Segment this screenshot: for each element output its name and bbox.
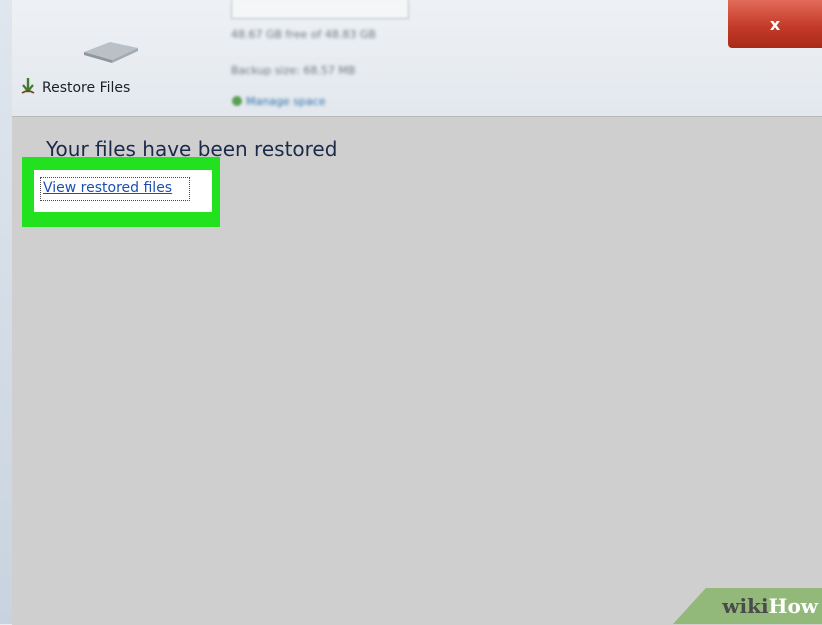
- shield-icon: [232, 96, 242, 106]
- close-button[interactable]: x: [728, 0, 822, 48]
- manage-space-link[interactable]: Manage space: [246, 95, 325, 108]
- free-space-text: 48.67 GB free of 48.83 GB: [231, 28, 376, 41]
- restore-result-panel: Your files have been restored View resto…: [12, 116, 822, 625]
- wikihow-watermark: wikiHow: [722, 594, 818, 618]
- backup-size-text: Backup size: 68.57 MB: [231, 64, 356, 77]
- page-title: Your files have been restored: [46, 137, 338, 161]
- window-frame-left: [0, 0, 12, 624]
- restore-files-button[interactable]: Restore Files: [20, 78, 130, 98]
- storage-progress-bar: [231, 0, 409, 19]
- watermark-how: How: [768, 594, 818, 618]
- watermark-wiki: wiki: [722, 594, 769, 618]
- view-restored-files-link[interactable]: View restored files: [43, 180, 172, 196]
- drive-icon: [80, 38, 142, 64]
- restore-arrow-icon: [20, 77, 36, 99]
- restore-files-label: Restore Files: [42, 80, 131, 96]
- close-icon: x: [769, 14, 781, 34]
